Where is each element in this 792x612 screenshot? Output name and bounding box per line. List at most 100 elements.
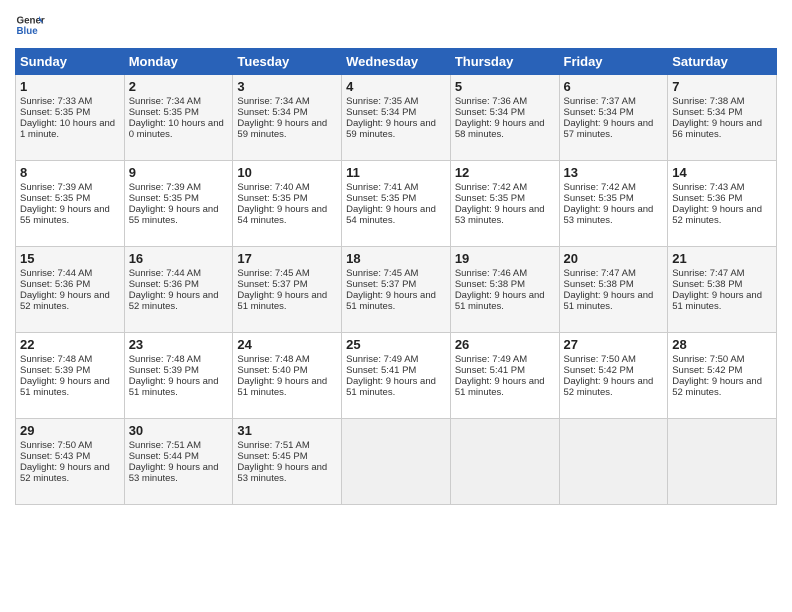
sunset: Sunset: 5:38 PM <box>564 279 634 290</box>
sunset: Sunset: 5:34 PM <box>672 107 742 118</box>
sunset: Sunset: 5:34 PM <box>564 107 634 118</box>
sunrise: Sunrise: 7:39 AM <box>20 182 92 193</box>
header-day: Thursday <box>450 49 559 75</box>
daylight: Daylight: 9 hours and 54 minutes. <box>237 204 327 226</box>
calendar-cell: 31Sunrise: 7:51 AMSunset: 5:45 PMDayligh… <box>233 419 342 505</box>
sunrise: Sunrise: 7:41 AM <box>346 182 418 193</box>
calendar-cell: 10Sunrise: 7:40 AMSunset: 5:35 PMDayligh… <box>233 161 342 247</box>
daylight: Daylight: 10 hours and 0 minutes. <box>129 118 224 140</box>
calendar-cell: 6Sunrise: 7:37 AMSunset: 5:34 PMDaylight… <box>559 75 668 161</box>
sunset: Sunset: 5:41 PM <box>346 365 416 376</box>
header-row: SundayMondayTuesdayWednesdayThursdayFrid… <box>16 49 777 75</box>
logo: General Blue <box>15 10 45 40</box>
calendar-cell: 13Sunrise: 7:42 AMSunset: 5:35 PMDayligh… <box>559 161 668 247</box>
sunset: Sunset: 5:34 PM <box>346 107 416 118</box>
calendar-cell: 16 Sunrise: 7:44 AMSunset: 5:36 PMDayligh… <box>124 247 233 333</box>
sunset: Sunset: 5:36 PM <box>129 279 199 290</box>
sunset: Sunset: 5:41 PM <box>455 365 525 376</box>
calendar-cell: 4Sunrise: 7:35 AMSunset: 5:34 PMDaylight… <box>342 75 451 161</box>
daylight: Daylight: 9 hours and 51 minutes. <box>20 376 110 398</box>
daylight: Daylight: 9 hours and 53 minutes. <box>237 462 327 484</box>
daylight: Daylight: 9 hours and 52 minutes. <box>129 290 219 312</box>
sunrise: Sunrise: 7:48 AM <box>20 354 92 365</box>
daylight: Daylight: 9 hours and 52 minutes. <box>20 462 110 484</box>
daylight: Daylight: 9 hours and 54 minutes. <box>346 204 436 226</box>
page-container: General Blue SundayMondayTuesdayWednesda… <box>0 0 792 515</box>
sunset: Sunset: 5:42 PM <box>672 365 742 376</box>
calendar-cell: 2Sunrise: 7:34 AMSunset: 5:35 PMDaylight… <box>124 75 233 161</box>
day-number: 7 <box>672 79 772 94</box>
day-number: 18 <box>346 251 446 266</box>
daylight: Daylight: 9 hours and 58 minutes. <box>455 118 545 140</box>
header-day: Monday <box>124 49 233 75</box>
sunrise: Sunrise: 7:46 AM <box>455 268 527 279</box>
day-number: 24 <box>237 337 337 352</box>
daylight: Daylight: 9 hours and 53 minutes. <box>455 204 545 226</box>
sunset: Sunset: 5:36 PM <box>20 279 90 290</box>
sunset: Sunset: 5:45 PM <box>237 451 307 462</box>
sunrise: Sunrise: 7:50 AM <box>20 440 92 451</box>
day-number: 29 <box>20 423 120 438</box>
day-number: 10 <box>237 165 337 180</box>
calendar-cell: 17Sunrise: 7:45 AMSunset: 5:37 PMDayligh… <box>233 247 342 333</box>
calendar-cell: 22Sunrise: 7:48 AMSunset: 5:39 PMDayligh… <box>16 333 125 419</box>
svg-text:Blue: Blue <box>17 26 39 37</box>
daylight: Daylight: 9 hours and 59 minutes. <box>237 118 327 140</box>
daylight: Daylight: 9 hours and 52 minutes. <box>564 376 654 398</box>
sunset: Sunset: 5:35 PM <box>20 193 90 204</box>
daylight: Daylight: 9 hours and 55 minutes. <box>20 204 110 226</box>
day-number: 27 <box>564 337 664 352</box>
calendar-week: 29Sunrise: 7:50 AMSunset: 5:43 PMDayligh… <box>16 419 777 505</box>
sunrise: Sunrise: 7:48 AM <box>129 354 201 365</box>
calendar-cell: 7Sunrise: 7:38 AMSunset: 5:34 PMDaylight… <box>668 75 777 161</box>
day-number: 1 <box>20 79 120 94</box>
day-number: 20 <box>564 251 664 266</box>
calendar-cell: 18Sunrise: 7:45 AMSunset: 5:37 PMDayligh… <box>342 247 451 333</box>
calendar-cell: 9Sunrise: 7:39 AMSunset: 5:35 PMDaylight… <box>124 161 233 247</box>
calendar-cell: 23Sunrise: 7:48 AMSunset: 5:39 PMDayligh… <box>124 333 233 419</box>
sunrise: Sunrise: 7:38 AM <box>672 96 744 107</box>
daylight: Daylight: 9 hours and 51 minutes. <box>346 290 436 312</box>
sunset: Sunset: 5:34 PM <box>237 107 307 118</box>
sunrise: Sunrise: 7:37 AM <box>564 96 636 107</box>
day-number: 23 <box>129 337 229 352</box>
sunset: Sunset: 5:35 PM <box>129 107 199 118</box>
daylight: Daylight: 10 hours and 1 minute. <box>20 118 115 140</box>
daylight: Daylight: 9 hours and 51 minutes. <box>129 376 219 398</box>
sunrise: Sunrise: 7:45 AM <box>237 268 309 279</box>
calendar-cell <box>342 419 451 505</box>
calendar-cell: 21Sunrise: 7:47 AMSunset: 5:38 PMDayligh… <box>668 247 777 333</box>
day-number: 16 <box>129 251 229 266</box>
sunset: Sunset: 5:39 PM <box>20 365 90 376</box>
header-day: Tuesday <box>233 49 342 75</box>
sunrise: Sunrise: 7:44 AM <box>129 268 201 279</box>
sunrise: Sunrise: 7:34 AM <box>129 96 201 107</box>
sunset: Sunset: 5:42 PM <box>564 365 634 376</box>
calendar-week: 22Sunrise: 7:48 AMSunset: 5:39 PMDayligh… <box>16 333 777 419</box>
calendar-cell: 30Sunrise: 7:51 AMSunset: 5:44 PMDayligh… <box>124 419 233 505</box>
calendar-cell <box>668 419 777 505</box>
sunrise: Sunrise: 7:36 AM <box>455 96 527 107</box>
day-number: 31 <box>237 423 337 438</box>
sunrise: Sunrise: 7:50 AM <box>564 354 636 365</box>
calendar-cell: 11Sunrise: 7:41 AMSunset: 5:35 PMDayligh… <box>342 161 451 247</box>
sunset: Sunset: 5:35 PM <box>564 193 634 204</box>
sunrise: Sunrise: 7:50 AM <box>672 354 744 365</box>
sunset: Sunset: 5:35 PM <box>20 107 90 118</box>
daylight: Daylight: 9 hours and 57 minutes. <box>564 118 654 140</box>
sunset: Sunset: 5:37 PM <box>346 279 416 290</box>
sunrise: Sunrise: 7:39 AM <box>129 182 201 193</box>
calendar-cell: 8Sunrise: 7:39 AMSunset: 5:35 PMDaylight… <box>16 161 125 247</box>
sunset: Sunset: 5:44 PM <box>129 451 199 462</box>
daylight: Daylight: 9 hours and 51 minutes. <box>455 376 545 398</box>
day-number: 12 <box>455 165 555 180</box>
daylight: Daylight: 9 hours and 51 minutes. <box>237 290 327 312</box>
header-day: Friday <box>559 49 668 75</box>
calendar-cell: 20Sunrise: 7:47 AMSunset: 5:38 PMDayligh… <box>559 247 668 333</box>
daylight: Daylight: 9 hours and 52 minutes. <box>20 290 110 312</box>
calendar-cell: 5Sunrise: 7:36 AMSunset: 5:34 PMDaylight… <box>450 75 559 161</box>
sunset: Sunset: 5:34 PM <box>455 107 525 118</box>
calendar-cell: 26Sunrise: 7:49 AMSunset: 5:41 PMDayligh… <box>450 333 559 419</box>
daylight: Daylight: 9 hours and 53 minutes. <box>129 462 219 484</box>
sunrise: Sunrise: 7:44 AM <box>20 268 92 279</box>
